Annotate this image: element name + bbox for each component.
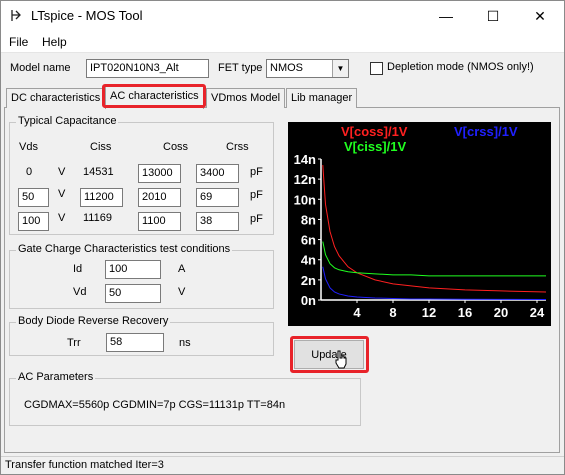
maximize-icon: ☐ (486, 7, 500, 24)
v-unit-row2: V (58, 212, 66, 224)
x-tick-label: 8 (389, 305, 396, 320)
vd-label: Vd (73, 286, 87, 298)
y-tick-label: 12n (294, 172, 316, 187)
ciss-row0: 14531 (83, 166, 114, 178)
x-tick-label: 12 (422, 305, 436, 320)
y-tick-label: 4n (301, 253, 316, 268)
y-tick-label: 2n (301, 273, 316, 288)
crss-input-row0[interactable]: 3400 (196, 164, 239, 183)
ciss-header: Ciss (90, 141, 112, 153)
vds-input-row2[interactable]: 100 (18, 212, 49, 231)
ciss-row2: 11169 (83, 212, 112, 224)
minimize-icon: — (439, 8, 453, 24)
body-diode-title: Body Diode Reverse Recovery (16, 315, 171, 327)
tab-vdmos-model[interactable]: VDmos Model (206, 88, 286, 108)
coss-input-row1[interactable]: 2010 (138, 188, 181, 207)
y-tick-label: 14n (294, 152, 316, 167)
crss-input-row2[interactable]: 38 (196, 212, 239, 231)
vds-header: Vds (19, 141, 38, 153)
ac-parameters-text: CGDMAX=5560p CGDMIN=7p CGS=11131p TT=84n (24, 399, 286, 411)
y-tick-label: 6n (301, 233, 316, 248)
update-highlight-box (290, 336, 369, 373)
status-bar: Transfer function matched Iter=3 (1, 456, 564, 474)
id-input[interactable]: 100 (105, 260, 161, 279)
capacitance-chart: 0n 2n 4n 6n 8n 10n 12n 14n 4 8 12 16 20 24 V[coss]/1V V… (288, 122, 551, 326)
hand-cursor-icon (335, 350, 347, 369)
legend-entry: V[ciss]/1V (344, 139, 406, 154)
fet-type-value: NMOS (270, 62, 303, 74)
pf-unit-row2: pF (250, 213, 263, 225)
y-tick-label: 0n (301, 293, 316, 308)
legend-entry: V[crss]/1V (454, 124, 518, 139)
v-unit-row0: V (58, 166, 66, 178)
trr-input[interactable]: 58 (106, 333, 164, 352)
menu-help[interactable]: Help (42, 35, 67, 49)
ac-parameters-title: AC Parameters (16, 371, 96, 383)
close-icon: ✕ (534, 7, 546, 24)
legend-entry: V[coss]/1V (341, 124, 408, 139)
x-tick-label: 24 (530, 305, 545, 320)
app-window: LTspice - MOS Tool — ☐ ✕ File Help Model… (0, 0, 565, 475)
status-text: Transfer function matched Iter=3 (5, 459, 164, 471)
close-button[interactable]: ✕ (517, 1, 563, 31)
fet-type-select[interactable]: NMOS ▼ (266, 59, 349, 78)
depletion-mode-checkbox[interactable] (370, 62, 383, 75)
chevron-down-icon: ▼ (332, 60, 348, 77)
typical-capacitance-title: Typical Capacitance (16, 115, 119, 127)
v-unit-row1: V (58, 188, 66, 200)
trr-unit: ns (179, 337, 191, 349)
depletion-mode-label: Depletion mode (NMOS only!) (387, 61, 534, 73)
coss-input-row2[interactable]: 1100 (138, 212, 181, 231)
tab-dc-characteristics[interactable]: DC characteristics (6, 88, 106, 108)
x-tick-label: 16 (458, 305, 472, 320)
y-tick-label: 8n (301, 212, 316, 227)
model-name-label: Model name (10, 62, 71, 74)
fet-type-label: FET type (218, 62, 263, 74)
window-title: LTspice - MOS Tool (31, 8, 143, 23)
menu-bar: File Help (1, 31, 564, 53)
id-unit: A (178, 263, 186, 275)
vd-unit: V (178, 286, 186, 298)
ciss-input-row1[interactable]: 11200 (80, 188, 123, 207)
y-tick-label: 10n (294, 192, 316, 207)
model-name-input[interactable]: IPT020N10N3_Alt (86, 59, 209, 78)
capacitance-chart-svg: 0n2n4n6n8n10n12n14n4 8 12 16 20 24V[coss]/1VV… (294, 124, 547, 320)
gate-charge-title: Gate Charge Characteristics test conditi… (16, 243, 233, 255)
pf-unit-row1: pF (250, 189, 263, 201)
coss-header: Coss (163, 141, 189, 153)
pf-unit-row0: pF (250, 166, 263, 178)
maximize-button[interactable]: ☐ (470, 1, 516, 31)
trr-label: Trr (67, 337, 81, 349)
vds-input-row1[interactable]: 50 (18, 188, 49, 207)
x-tick-label: 20 (494, 305, 508, 320)
tab-highlight-box (102, 84, 206, 108)
series-line-1 (322, 241, 546, 277)
x-tick-label: 4 (353, 305, 361, 320)
vds-row0: 0 (26, 166, 33, 178)
menu-file[interactable]: File (9, 35, 28, 49)
coss-input-row0[interactable]: 13000 (138, 164, 181, 183)
crss-input-row1[interactable]: 69 (196, 188, 239, 207)
title-bar: LTspice - MOS Tool — ☐ ✕ (1, 1, 564, 31)
vd-input[interactable]: 50 (105, 284, 161, 303)
id-label: Id (73, 263, 83, 275)
tab-lib-manager[interactable]: Lib manager (286, 88, 358, 108)
series-line-2 (322, 266, 547, 300)
minimize-button[interactable]: — (423, 1, 469, 31)
app-icon (11, 10, 21, 21)
crss-header: Crss (226, 141, 249, 153)
